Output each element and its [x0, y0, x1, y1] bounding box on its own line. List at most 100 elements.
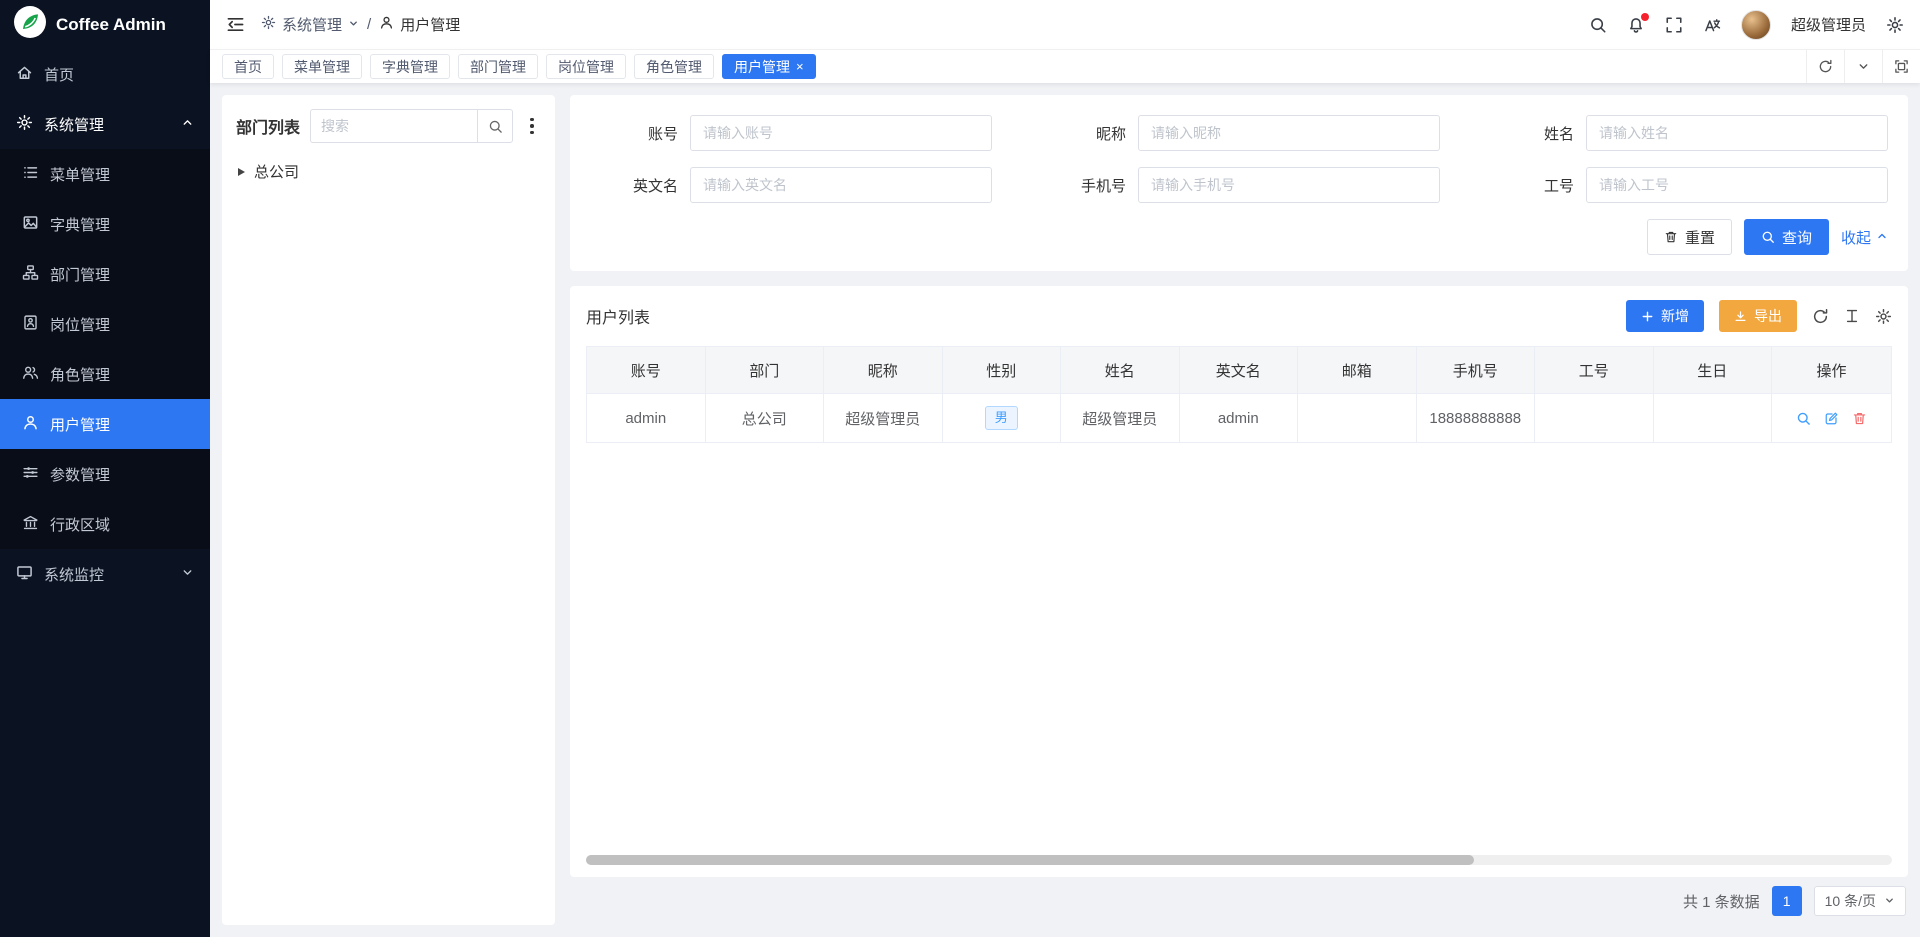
sidebar-item-label: 系统管理	[44, 114, 104, 135]
page-1-button[interactable]: 1	[1772, 886, 1802, 916]
tree-node-head-office[interactable]: 总公司	[236, 157, 541, 186]
tab-item[interactable]: 部门管理	[458, 54, 538, 79]
fullscreen-icon[interactable]	[1665, 16, 1683, 34]
sidebar: Coffee Admin 首页 系统管理 菜单管理 字典管理 部门管理 岗位管理	[0, 0, 210, 937]
tab-label: 字典管理	[382, 57, 438, 77]
settings-gear-icon[interactable]	[1886, 16, 1904, 34]
export-button[interactable]: 导出	[1719, 300, 1797, 332]
field-label: 姓名	[1486, 123, 1586, 144]
search-form-card: 账号 昵称 姓名 英文名	[570, 95, 1908, 271]
page-size-select[interactable]: 10 条/页	[1814, 886, 1906, 916]
sidebar-item-admin-region[interactable]: 行政区域	[0, 499, 210, 549]
cell-birthday	[1653, 394, 1772, 443]
sidebar-item-post-management[interactable]: 岗位管理	[0, 299, 210, 349]
sidebar-item-label: 角色管理	[50, 364, 110, 385]
add-button-label: 新增	[1661, 306, 1689, 326]
more-options-icon[interactable]	[523, 114, 541, 139]
query-button-label: 查询	[1782, 227, 1812, 248]
user-name[interactable]: 超级管理员	[1791, 14, 1866, 35]
column-header-phone: 手机号	[1416, 347, 1535, 394]
sliders-icon	[22, 464, 39, 485]
collapse-form-link[interactable]: 收起	[1841, 227, 1888, 248]
sidebar-item-label: 用户管理	[50, 414, 110, 435]
sidebar-item-label: 系统监控	[44, 564, 104, 585]
user-icon	[22, 414, 39, 435]
cell-english-name: admin	[1179, 394, 1298, 443]
breadcrumb-system-management[interactable]: 系统管理	[261, 14, 359, 35]
row-density-icon[interactable]	[1844, 308, 1860, 324]
sidebar-item-system-management[interactable]: 系统管理	[0, 99, 210, 149]
department-search-button[interactable]	[477, 109, 513, 143]
add-user-button[interactable]: 新增	[1626, 300, 1704, 332]
search-icon[interactable]	[1589, 16, 1607, 34]
tree-caret-icon[interactable]	[238, 168, 245, 176]
horizontal-scrollbar-thumb[interactable]	[586, 855, 1474, 865]
breadcrumb-label: 用户管理	[400, 14, 460, 35]
gear-icon	[16, 114, 33, 135]
employee-no-input[interactable]	[1586, 167, 1888, 203]
english-name-input[interactable]	[690, 167, 992, 203]
department-search-input[interactable]	[310, 109, 477, 143]
column-header-employee-no: 工号	[1535, 347, 1654, 394]
avatar[interactable]	[1741, 10, 1771, 40]
topbar-actions: 超级管理员	[1589, 10, 1904, 40]
tab-item[interactable]: 字典管理	[370, 54, 450, 79]
sidebar-item-role-management[interactable]: 角色管理	[0, 349, 210, 399]
tab-item[interactable]: 首页	[222, 54, 274, 79]
reset-button[interactable]: 重置	[1647, 219, 1732, 255]
tab-close-icon[interactable]: ×	[796, 60, 804, 73]
user-table: 账号 部门 昵称 性别 姓名 英文名 邮箱 手机号 工号 生日 操作	[586, 346, 1892, 443]
column-settings-gear-icon[interactable]	[1875, 308, 1892, 325]
delete-row-button[interactable]	[1852, 411, 1867, 426]
sidebar-item-label: 岗位管理	[50, 314, 110, 335]
account-input[interactable]	[690, 115, 992, 151]
translate-icon[interactable]	[1703, 16, 1721, 34]
notification-bell-icon[interactable]	[1627, 16, 1645, 34]
sidebar-item-menu-management[interactable]: 菜单管理	[0, 149, 210, 199]
sidebar-item-system-monitor[interactable]: 系统监控	[0, 549, 210, 599]
notification-dot	[1641, 13, 1649, 21]
badge-icon	[22, 314, 39, 335]
tab-item[interactable]: 角色管理	[634, 54, 714, 79]
sidebar-item-user-management[interactable]: 用户管理	[0, 399, 210, 449]
top-bar: 系统管理 / 用户管理 超级管理员	[210, 0, 1920, 49]
table-row[interactable]: admin 总公司 超级管理员 男 超级管理员 admin 1888888888…	[587, 394, 1892, 443]
tab-item[interactable]: 岗位管理	[546, 54, 626, 79]
download-icon	[1734, 310, 1747, 323]
tab-options-chevron-icon[interactable]	[1844, 50, 1882, 83]
sidebar-item-label: 行政区域	[50, 514, 110, 535]
sidebar-item-parameter-management[interactable]: 参数管理	[0, 449, 210, 499]
horizontal-scrollbar-track[interactable]	[586, 855, 1892, 865]
phone-input[interactable]	[1138, 167, 1440, 203]
edit-row-button[interactable]	[1824, 411, 1839, 426]
content-fullscreen-icon[interactable]	[1882, 50, 1920, 83]
sidebar-item-label: 参数管理	[50, 464, 110, 485]
column-header-english-name: 英文名	[1179, 347, 1298, 394]
app-title: Coffee Admin	[56, 15, 166, 35]
nickname-input[interactable]	[1138, 115, 1440, 151]
cell-nickname: 超级管理员	[824, 394, 943, 443]
view-row-button[interactable]	[1796, 411, 1811, 426]
sidebar-item-department-management[interactable]: 部门管理	[0, 249, 210, 299]
gender-tag: 男	[985, 406, 1018, 430]
sidebar-item-label: 字典管理	[50, 214, 110, 235]
sidebar-item-dictionary-management[interactable]: 字典管理	[0, 199, 210, 249]
tab-label: 菜单管理	[294, 57, 350, 77]
tab-item[interactable]: 菜单管理	[282, 54, 362, 79]
sidebar-item-label: 首页	[44, 64, 74, 85]
sidebar-item-home[interactable]: 首页	[0, 49, 210, 99]
org-chart-icon	[22, 264, 39, 285]
name-input[interactable]	[1586, 115, 1888, 151]
refresh-table-icon[interactable]	[1812, 308, 1829, 325]
tab-label: 岗位管理	[558, 57, 614, 77]
tab-label: 部门管理	[470, 57, 526, 77]
page-size-label: 10 条/页	[1825, 891, 1876, 911]
refresh-tab-icon[interactable]	[1806, 50, 1844, 83]
column-header-name: 姓名	[1061, 347, 1180, 394]
query-button[interactable]: 查询	[1744, 219, 1829, 255]
tab-item-active[interactable]: 用户管理 ×	[722, 54, 816, 79]
column-header-department: 部门	[705, 347, 824, 394]
column-header-actions: 操作	[1772, 347, 1892, 394]
cell-actions	[1772, 394, 1892, 443]
collapse-sidebar-icon[interactable]	[226, 15, 245, 34]
